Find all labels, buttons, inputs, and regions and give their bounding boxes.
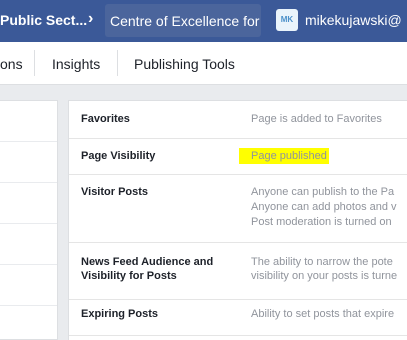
sidebar-item[interactable]	[0, 183, 57, 224]
setting-label: Visitor Posts	[81, 186, 149, 198]
setting-value: The ability to narrow the pote	[251, 256, 393, 268]
nav-divider	[34, 50, 35, 76]
user-name-link[interactable]: mikekujawski@	[305, 12, 402, 28]
tab-notifications[interactable]: ons	[0, 56, 23, 72]
setting-row-favorites[interactable]: Favorites Page is added to Favorites	[69, 101, 407, 139]
setting-row-visitor-posts[interactable]: Visitor Posts Anyone can publish to the …	[69, 175, 407, 243]
sidebar-item[interactable]	[0, 265, 57, 306]
setting-value: Ability to set posts that expire	[251, 308, 395, 320]
setting-label: Visibility for Posts	[81, 270, 177, 282]
top-bar: Public Sect... › Centre of Excellence fo…	[0, 0, 407, 42]
setting-value: Post moderation is turned on	[251, 216, 392, 228]
settings-sidebar	[0, 100, 58, 340]
tab-publishing-tools[interactable]: Publishing Tools	[134, 56, 235, 72]
general-settings-panel: Favorites Page is added to Favorites Pag…	[68, 100, 407, 340]
nav-divider	[117, 50, 118, 76]
tab-insights[interactable]: Insights	[52, 56, 100, 72]
avatar[interactable]: MK	[276, 9, 298, 31]
breadcrumb-organization[interactable]: Public Sect...	[0, 12, 87, 28]
sidebar-item[interactable]	[0, 142, 57, 183]
setting-value: Anyone can add photos and v	[251, 201, 397, 213]
setting-row-news-feed-audience[interactable]: News Feed Audience and Visibility for Po…	[69, 243, 407, 300]
page-nav-bar: ons Insights Publishing Tools	[0, 42, 407, 85]
setting-row-page-visibility[interactable]: Page Visibility Page published	[69, 139, 407, 175]
setting-label: Expiring Posts	[81, 308, 159, 320]
highlighted-text: Page published	[239, 148, 329, 164]
setting-label: News Feed Audience and	[81, 256, 214, 268]
setting-value: Page published	[239, 148, 329, 164]
setting-row-expiring-posts[interactable]: Expiring Posts Ability to set posts that…	[69, 300, 407, 336]
sidebar-item[interactable]	[0, 224, 57, 265]
setting-label: Page Visibility	[81, 150, 156, 162]
setting-value: Page is added to Favorites	[251, 113, 382, 125]
setting-label: Favorites	[81, 113, 130, 125]
setting-value: Anyone can publish to the Pa	[251, 186, 395, 198]
breadcrumb-page[interactable]: Centre of Excellence for	[105, 4, 261, 37]
sidebar-item[interactable]	[0, 101, 57, 142]
chevron-right-icon: ›	[88, 10, 94, 27]
setting-value: visibility on your posts is turne	[251, 270, 398, 282]
